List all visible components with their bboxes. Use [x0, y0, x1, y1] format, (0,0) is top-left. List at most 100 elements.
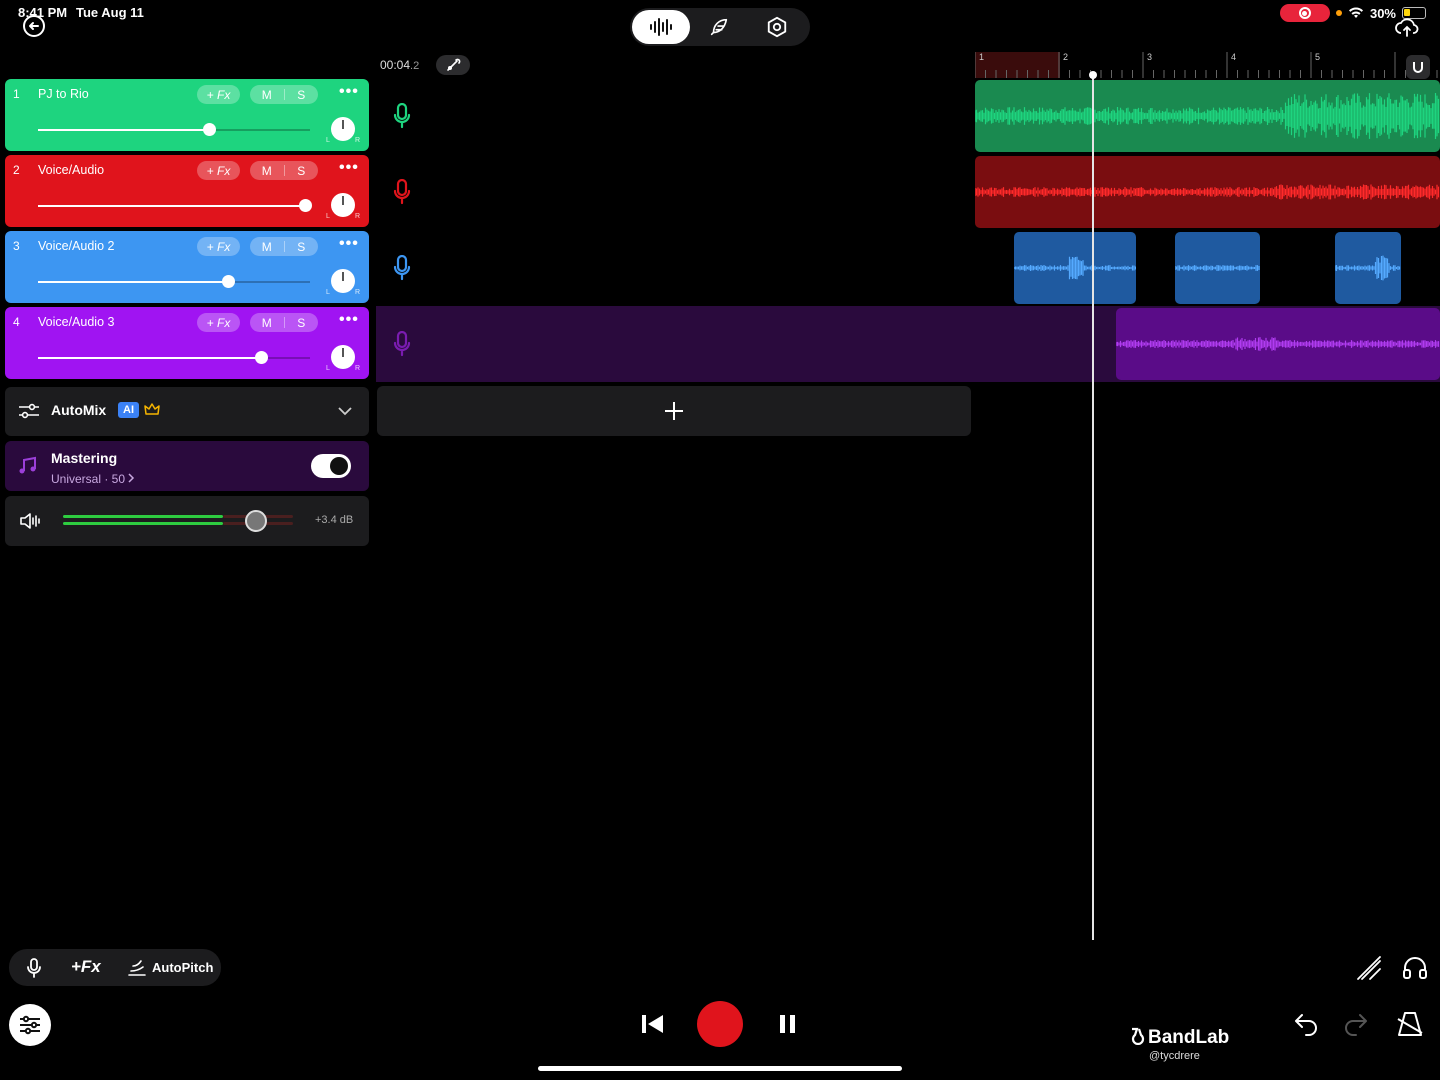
mastering-panel[interactable]: Mastering Universal · 50: [5, 441, 369, 491]
track-number: 1: [13, 87, 20, 101]
clip-track-2[interactable]: [975, 156, 1440, 228]
track-tools: +Fx AutoPitch: [9, 949, 221, 986]
mic-icon[interactable]: [392, 179, 412, 205]
master-volume-panel: +3.4 dB: [5, 496, 369, 546]
track-fx-button[interactable]: + Fx: [197, 85, 240, 104]
mic-icon[interactable]: [392, 331, 412, 357]
mic-icon[interactable]: [392, 103, 412, 129]
pan-right-label: R: [355, 137, 361, 144]
undo-icon[interactable]: [1293, 1012, 1319, 1036]
track-name[interactable]: Voice/Audio 3: [38, 315, 114, 329]
mic-icon[interactable]: [26, 958, 42, 978]
wand-edit-icon[interactable]: [1356, 955, 1382, 981]
mute-button[interactable]: M: [250, 164, 284, 178]
solo-button[interactable]: S: [285, 164, 319, 178]
volume-thumb[interactable]: [222, 275, 235, 288]
pan-knob[interactable]: [331, 193, 355, 217]
timeline-ruler[interactable]: [975, 52, 1440, 78]
back-icon[interactable]: [22, 14, 46, 38]
clip-track-3a[interactable]: [1014, 232, 1136, 304]
waveform-icon: [650, 18, 672, 36]
track-volume-slider[interactable]: [38, 275, 310, 288]
mute-button[interactable]: M: [250, 88, 284, 102]
track-fx-button[interactable]: + Fx: [197, 237, 240, 256]
rewind-icon[interactable]: [641, 1014, 665, 1034]
track-volume-slider[interactable]: [38, 123, 310, 136]
track-header-1[interactable]: 1 PJ to Rio + Fx M S ••• L R: [5, 79, 369, 151]
redo-icon[interactable]: [1343, 1012, 1369, 1036]
record-button[interactable]: [697, 1001, 743, 1047]
automix-panel[interactable]: AutoMix AI: [5, 387, 369, 436]
home-indicator[interactable]: [538, 1066, 902, 1071]
add-track-button[interactable]: [377, 386, 971, 436]
screen-recording-icon[interactable]: [1279, 4, 1330, 22]
master-volume-slider[interactable]: [245, 510, 267, 532]
chevron-down-icon: [338, 407, 352, 416]
clip-track-1[interactable]: [975, 80, 1440, 152]
bandlab-logo-icon: [1131, 1027, 1145, 1046]
waveform: [1175, 265, 1260, 271]
solo-button[interactable]: S: [285, 316, 319, 330]
mute-solo-group: MS: [250, 161, 318, 180]
mastering-preset[interactable]: Universal · 50: [51, 472, 135, 486]
ruler-tick-2: 2: [1063, 52, 1069, 62]
track-fx-button[interactable]: + Fx: [197, 313, 240, 332]
clip-track-3c[interactable]: [1335, 232, 1401, 304]
solo-button[interactable]: S: [285, 240, 319, 254]
pan-knob[interactable]: [331, 117, 355, 141]
fx-button[interactable]: +Fx: [71, 957, 101, 977]
track-more-icon[interactable]: •••: [339, 83, 359, 101]
clip-track-4[interactable]: [1116, 308, 1440, 380]
playhead[interactable]: [1092, 72, 1094, 940]
brand-handle: @tycdrere: [1149, 1050, 1200, 1062]
track-header-2[interactable]: 2 Voice/Audio + Fx M S ••• L R: [5, 155, 369, 227]
pan-left-label: L: [326, 289, 330, 296]
clip-track-3b[interactable]: [1175, 232, 1260, 304]
track-more-icon[interactable]: •••: [339, 159, 359, 177]
track-name[interactable]: PJ to Rio: [38, 87, 89, 101]
meter-right: [63, 522, 223, 525]
headphones-icon[interactable]: [1402, 955, 1428, 979]
mastering-toggle[interactable]: [311, 454, 351, 478]
mixer-button[interactable]: [9, 1004, 51, 1046]
pan-knob[interactable]: [331, 345, 355, 369]
solo-button[interactable]: S: [285, 88, 319, 102]
track-fx-button[interactable]: + Fx: [197, 161, 240, 180]
track-volume-slider[interactable]: [38, 199, 312, 212]
volume-thumb[interactable]: [255, 351, 268, 364]
share-upload-icon[interactable]: [1395, 16, 1419, 38]
pan-knob[interactable]: [331, 269, 355, 293]
tab-lyrics[interactable]: [690, 10, 748, 44]
track-header-4[interactable]: 4 Voice/Audio 3 + Fx M S ••• L R: [5, 307, 369, 379]
wifi-icon: [1348, 7, 1363, 19]
pause-icon[interactable]: [779, 1015, 797, 1033]
plus-icon: [665, 402, 683, 420]
volume-thumb[interactable]: [299, 199, 312, 212]
track-header-3[interactable]: 3 Voice/Audio 2 + Fx M S ••• L R: [5, 231, 369, 303]
track-volume-slider[interactable]: [38, 351, 310, 364]
track-more-icon[interactable]: •••: [339, 311, 359, 329]
magnet-icon: [1413, 62, 1423, 73]
mute-solo-group: MS: [250, 237, 318, 256]
pan-right-label: R: [355, 213, 361, 220]
tab-settings[interactable]: [748, 10, 806, 44]
view-mode-switcher: [630, 8, 810, 46]
waveform: [1116, 337, 1440, 351]
crown-icon: [144, 403, 160, 415]
autopitch-button[interactable]: AutoPitch: [152, 960, 213, 975]
snap-button[interactable]: [1406, 55, 1430, 79]
mute-button[interactable]: M: [250, 316, 284, 330]
master-volume-db: +3.4 dB: [315, 514, 354, 526]
mute-button[interactable]: M: [250, 240, 284, 254]
metronome-off-icon[interactable]: [1397, 1011, 1423, 1037]
track-name[interactable]: Voice/Audio 2: [38, 239, 114, 253]
mic-icon[interactable]: [392, 255, 412, 281]
playhead-time: 00:04.2: [380, 58, 419, 72]
track-name[interactable]: Voice/Audio: [38, 163, 104, 177]
brand-logo: BandLab: [1128, 1027, 1229, 1049]
metronome-button[interactable]: [436, 55, 470, 75]
tab-tracks[interactable]: [632, 10, 690, 44]
track-more-icon[interactable]: •••: [339, 235, 359, 253]
playhead-handle[interactable]: [1089, 71, 1097, 79]
volume-thumb[interactable]: [203, 123, 216, 136]
